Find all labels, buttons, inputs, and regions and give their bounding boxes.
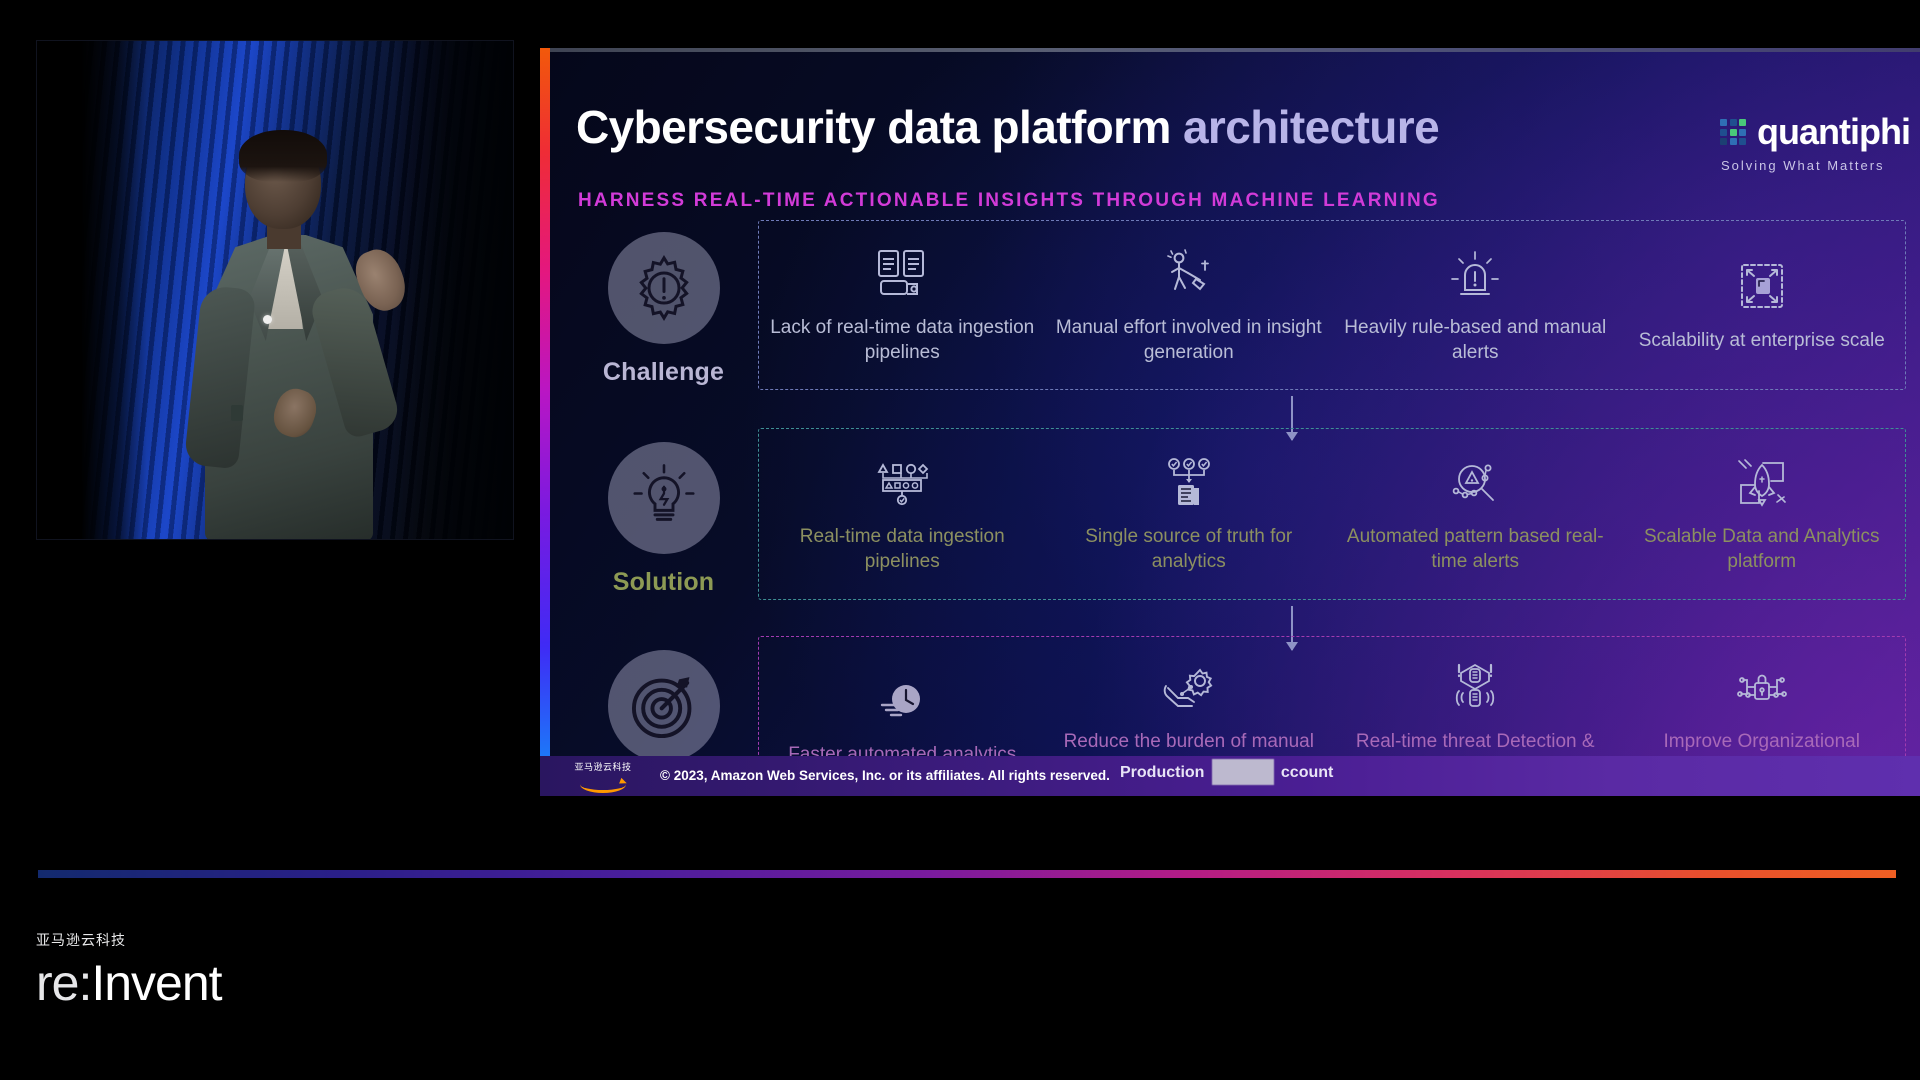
slide-title: Cybersecurity data platform architecture <box>576 100 1440 154</box>
production-account-prefix: Production <box>1120 764 1205 781</box>
row-solution: Solution Real-time data ingestion pipeli… <box>550 428 1920 600</box>
data-pipeline-nodes-icon <box>873 447 931 509</box>
cell-challenge-3: Scalability at enterprise scale <box>1619 221 1906 389</box>
rocket-analytics-icon <box>1733 447 1791 509</box>
cell-challenge-1-text: Manual effort involved in insight genera… <box>1055 317 1322 363</box>
row-challenge: Challenge Lack of real-time data ingesti… <box>550 220 1920 390</box>
cell-solution-1: Single source of truth for analytics <box>1046 429 1333 599</box>
scalability-expand-icon <box>1734 251 1790 313</box>
threat-detection-icon <box>1446 652 1504 714</box>
fast-clock-icon <box>876 665 928 727</box>
cell-solution-0: Real-time data ingestion pipelines <box>759 429 1046 599</box>
lapel-microphone-icon <box>263 315 272 324</box>
cell-solution-2: Automated pattern based real-time alerts <box>1332 429 1619 599</box>
slide-title-accent: architecture <box>1182 101 1440 153</box>
screen-root: Cybersecurity data platform architecture… <box>0 0 1920 1080</box>
reinvent-logo: 亚马逊云科技 re:Invent <box>36 930 223 1011</box>
network-lock-icon <box>1733 652 1791 714</box>
gear-alert-icon <box>607 232 720 344</box>
speaker-badge <box>231 405 243 421</box>
cell-challenge-2-text: Heavily rule-based and manual alerts <box>1344 317 1607 363</box>
quantiphi-logo: quantiphi Solving What Matters <box>1720 114 1920 173</box>
row-solution-box: Real-time data ingestion pipelines Singl… <box>758 428 1906 600</box>
conference-speaker-video <box>36 40 514 540</box>
copyright-text: © 2023, Amazon Web Services, Inc. or its… <box>660 768 1110 783</box>
cell-challenge-0-text: Lack of real-time data ingestion pipelin… <box>770 317 1035 363</box>
cell-solution-1-text: Single source of truth for analytics <box>1085 526 1293 572</box>
quantiphi-grid-icon <box>1720 119 1746 145</box>
manual-effort-digging-icon <box>1161 238 1217 300</box>
production-account-suffix: ccount <box>1280 764 1334 781</box>
cell-solution-2-text: Automated pattern based real-time alerts <box>1346 526 1604 572</box>
lightbulb-icon <box>607 442 720 554</box>
reinvent-re: re: <box>36 955 92 1011</box>
redacted-text-block <box>1212 759 1274 785</box>
reinvent-logo-zh: 亚马逊云科技 <box>36 933 126 949</box>
single-source-truth-icon <box>1161 447 1217 509</box>
speaker-figure <box>183 130 417 539</box>
aws-china-logo: 亚马逊云科技 <box>566 763 640 793</box>
quantiphi-wordmark: quantiphi <box>1757 111 1911 152</box>
hand-gear-icon <box>1160 652 1218 714</box>
cell-solution-3-text: Scalable Data and Analytics platform <box>1643 526 1880 572</box>
reinvent-invent: Invent <box>91 955 222 1011</box>
row-solution-label: Solution <box>576 442 751 597</box>
slide-accent-bar <box>540 48 550 796</box>
cell-challenge-1: Manual effort involved in insight genera… <box>1046 221 1333 389</box>
alert-siren-icon <box>1447 238 1503 300</box>
brand-gradient-rule <box>38 870 1896 878</box>
row-challenge-label: Challenge <box>576 232 751 387</box>
cell-solution-3: Scalable Data and Analytics platform <box>1619 429 1906 599</box>
target-dart-icon <box>607 650 720 762</box>
aws-china-logo-zh: 亚马逊云科技 <box>574 763 632 773</box>
slide-subtitle: HARNESS REAL-TIME ACTIONABLE INSIGHTS TH… <box>578 190 1440 211</box>
cell-challenge-2: Heavily rule-based and manual alerts <box>1332 221 1619 389</box>
reinvent-wordmark: re:Invent <box>36 955 223 1011</box>
quantiphi-tagline: Solving What Matters <box>1721 158 1885 173</box>
cell-challenge-3-text: Scalability at enterprise scale <box>1638 329 1885 351</box>
presentation-slide: Cybersecurity data platform architecture… <box>540 48 1920 796</box>
stage-shadow-left <box>37 41 147 539</box>
row-solution-name: Solution <box>612 568 715 596</box>
row-challenge-name: Challenge <box>602 358 725 386</box>
pattern-magnifier-icon <box>1446 447 1504 509</box>
aws-smile-icon <box>580 776 626 793</box>
slide-title-main: Cybersecurity data platform <box>576 101 1183 153</box>
cell-challenge-0: Lack of real-time data ingestion pipelin… <box>759 221 1046 389</box>
speaker-hair <box>239 130 327 182</box>
documents-feed-icon <box>873 238 931 300</box>
slide-footer: 亚马逊云科技 © 2023, Amazon Web Services, Inc.… <box>540 756 1920 796</box>
row-challenge-box: Lack of real-time data ingestion pipelin… <box>758 220 1906 390</box>
cell-solution-0-text: Real-time data ingestion pipelines <box>799 526 1005 572</box>
